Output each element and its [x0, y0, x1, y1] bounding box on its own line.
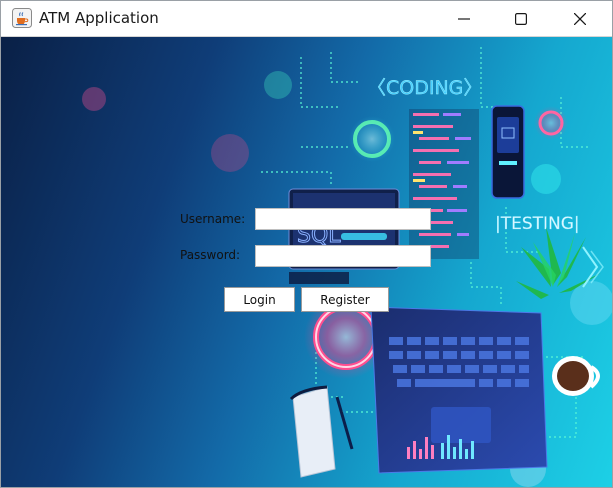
maximize-icon: [515, 12, 527, 25]
username-label: Username:: [180, 212, 246, 226]
window-title: ATM Application: [39, 9, 159, 27]
register-button[interactable]: Register: [301, 287, 389, 312]
app-window: ATM Application 〈CODING〉 |TESTING| SQL U…: [0, 0, 613, 488]
minimize-icon: [458, 17, 470, 20]
maximize-button[interactable]: [498, 1, 544, 36]
password-label: Password:: [180, 248, 241, 262]
close-icon: [574, 12, 586, 25]
minimize-button[interactable]: [441, 1, 487, 36]
title-bar[interactable]: ATM Application: [1, 1, 612, 37]
coding-banner: 〈CODING〉: [367, 77, 482, 99]
java-cup-icon: [12, 8, 32, 28]
testing-banner: |TESTING|: [495, 214, 580, 234]
login-button[interactable]: Login: [224, 287, 295, 312]
login-panel: 〈CODING〉 |TESTING| SQL Username: Passwor…: [1, 37, 612, 487]
username-field[interactable]: [255, 208, 431, 230]
close-button[interactable]: [557, 1, 603, 36]
password-field[interactable]: [255, 245, 431, 267]
